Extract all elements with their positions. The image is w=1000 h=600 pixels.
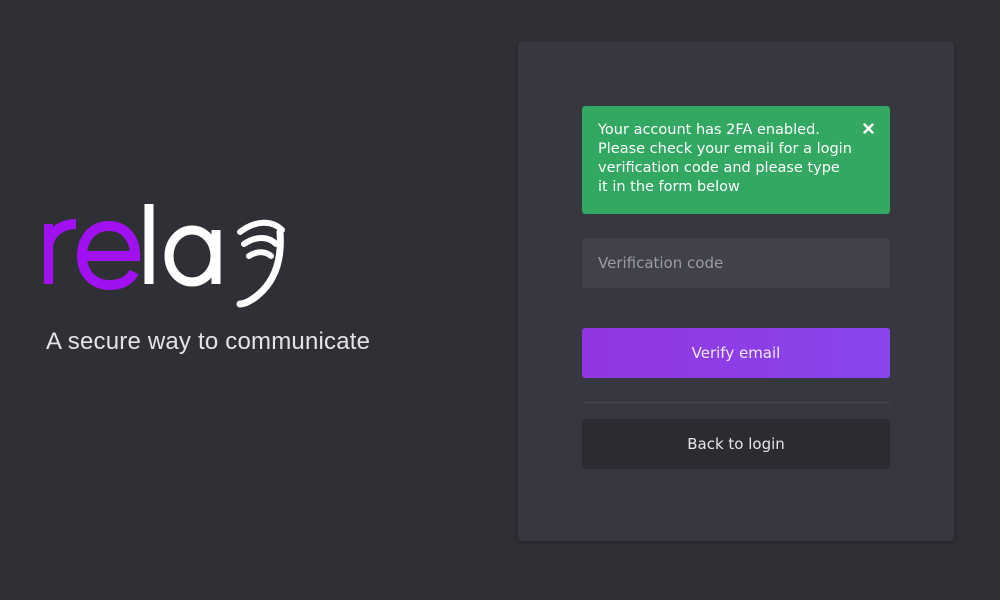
relay-logo <box>44 204 285 308</box>
tagline: A secure way to communicate <box>46 328 371 355</box>
alert-message: Your account has 2FA enabled. Please che… <box>598 122 852 195</box>
verification-code-input[interactable] <box>582 238 890 288</box>
twofa-alert: Your account has 2FA enabled. Please che… <box>582 106 890 214</box>
divider <box>582 402 890 403</box>
brand-panel: A secure way to communicate <box>44 200 444 355</box>
close-icon[interactable] <box>860 120 876 136</box>
verify-email-button[interactable]: Verify email <box>582 328 890 378</box>
login-page: A secure way to communicate Your account… <box>0 0 1000 600</box>
verification-card: Your account has 2FA enabled. Please che… <box>518 42 954 541</box>
back-to-login-button[interactable]: Back to login <box>582 419 890 469</box>
